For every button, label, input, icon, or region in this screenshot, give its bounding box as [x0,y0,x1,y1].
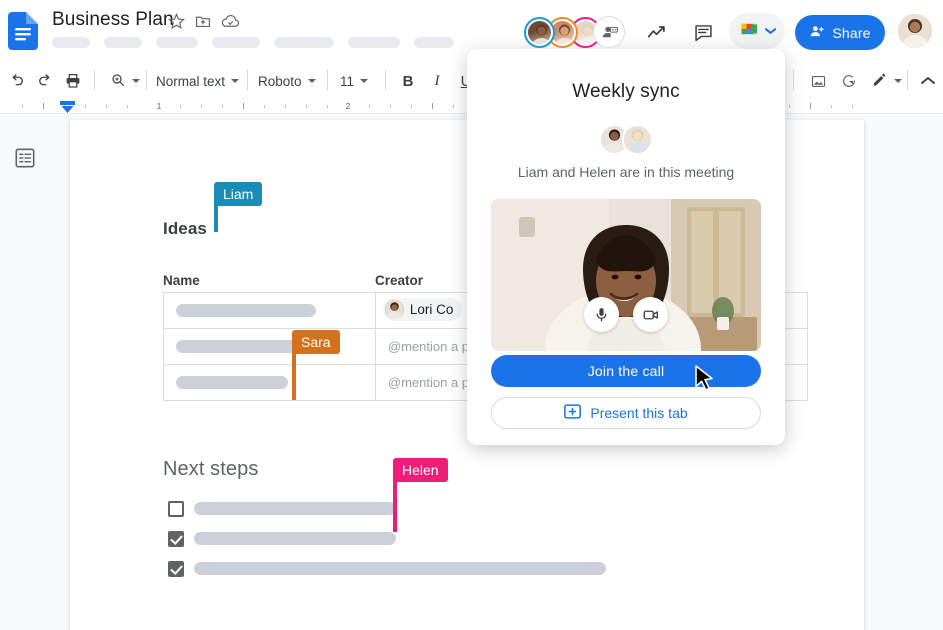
menu-placeholder[interactable] [104,37,142,48]
text-placeholder-bar [176,304,316,317]
table-column-header-name: Name [163,273,200,288]
activity-trending-up-icon[interactable] [640,16,674,48]
star-outline-icon[interactable] [168,13,185,30]
font-label: Roboto [258,73,302,89]
insert-image-icon[interactable] [805,68,831,94]
mention-placeholder[interactable]: @mention a p [388,339,469,354]
table-cell-name[interactable] [163,364,376,401]
share-person-icon [809,23,826,43]
avatar[interactable] [898,14,932,48]
person-chip[interactable]: Lori Co [382,297,463,321]
menu-placeholder[interactable] [156,37,198,48]
video-camera-icon[interactable] [633,297,668,332]
font-size-label: 11 [340,73,355,89]
table-column-header-creator: Creator [375,273,424,288]
menu-placeholder[interactable] [348,37,400,48]
bold-button[interactable]: B [396,68,420,94]
undo-icon[interactable] [4,68,30,94]
document-outline-icon[interactable] [14,147,36,169]
checklist-checkbox[interactable] [168,531,184,547]
zoom-icon [110,72,126,91]
google-meet-icon [739,19,763,44]
chevron-down-icon[interactable] [132,79,140,83]
menu-bar-placeholders[interactable] [52,37,454,48]
indent-marker-icon[interactable] [60,100,75,113]
share-label: Share [832,24,871,41]
collaborator-avatar-1[interactable] [524,16,555,48]
meet-button[interactable] [729,13,785,49]
text-placeholder-bar [194,562,606,575]
helen-avatar [622,124,653,155]
document-title[interactable]: Business Plan [52,9,174,31]
person-chip-label: Lori Co [409,301,454,317]
cloud-saved-icon[interactable] [221,13,240,30]
text-placeholder-bar [194,532,396,545]
text-placeholder-bar [176,376,288,389]
comment-icon[interactable] [686,16,720,48]
table-cell-name[interactable] [163,328,376,365]
collaborator-avatars[interactable] [524,16,625,48]
join-the-call-button[interactable]: Join the call [491,355,761,387]
chevron-down-icon[interactable] [893,79,902,83]
ruler-number: 1 [156,101,162,111]
meet-participant-avatars [467,124,785,155]
heading-next-steps: Next steps [163,458,259,480]
present-screen-icon [564,404,582,422]
menu-placeholder[interactable] [52,37,90,48]
meet-popup-title: Weekly sync [572,81,680,102]
paragraph-style-label: Normal text [156,73,226,89]
mention-placeholder[interactable]: @mention a p [388,375,469,390]
media-toggle-group[interactable] [467,297,785,332]
checklist-checkbox[interactable] [168,501,184,517]
cursor-flag-label: Sara [292,330,340,354]
text-placeholder-bar [194,502,396,515]
chevron-down-icon[interactable] [307,79,316,83]
table-cell-name[interactable] [163,292,376,329]
docs-file-icon [8,12,38,50]
meet-participants-text: Liam and Helen are in this meeting [517,164,735,180]
collapse-toolbar-icon[interactable] [916,68,940,94]
menu-placeholder[interactable] [274,37,334,48]
font-size-dropdown[interactable]: 11 [340,68,369,94]
print-icon[interactable] [60,68,86,94]
cursor-caret [214,206,218,232]
redo-icon[interactable] [32,68,58,94]
microphone-icon[interactable] [584,297,619,332]
person-chip-avatar [384,299,404,319]
present-this-tab-button[interactable]: Present this tab [491,397,761,429]
menu-placeholder[interactable] [212,37,260,48]
font-dropdown[interactable]: Roboto [258,68,316,94]
presence-chat-icon[interactable] [593,16,625,48]
chevron-down-icon[interactable] [360,79,369,83]
heading-ideas: Ideas [163,219,207,238]
add-comment-icon[interactable] [836,68,862,94]
menu-placeholder[interactable] [414,37,454,48]
edit-pen-icon [871,71,888,91]
present-this-tab-label: Present this tab [590,405,688,421]
meet-popup[interactable]: Weekly sync Liam and Helen are in this m… [467,49,785,445]
ruler-number: 2 [345,101,351,111]
cursor-caret [393,482,397,532]
paragraph-style-dropdown[interactable]: Normal text [156,68,240,94]
pen-dropdown[interactable] [866,68,906,94]
move-to-folder-icon[interactable] [194,13,212,30]
chevron-down-icon[interactable] [231,79,240,83]
cursor-flag-label: Liam [214,182,263,206]
zoom-control[interactable] [104,68,146,94]
italic-button[interactable]: I [425,68,449,94]
checklist-checkbox[interactable] [168,561,184,577]
share-button[interactable]: Share [795,15,885,50]
chevron-down-icon[interactable] [764,22,776,40]
cursor-flag-label: Helen [393,458,448,482]
cursor-caret [292,354,296,400]
